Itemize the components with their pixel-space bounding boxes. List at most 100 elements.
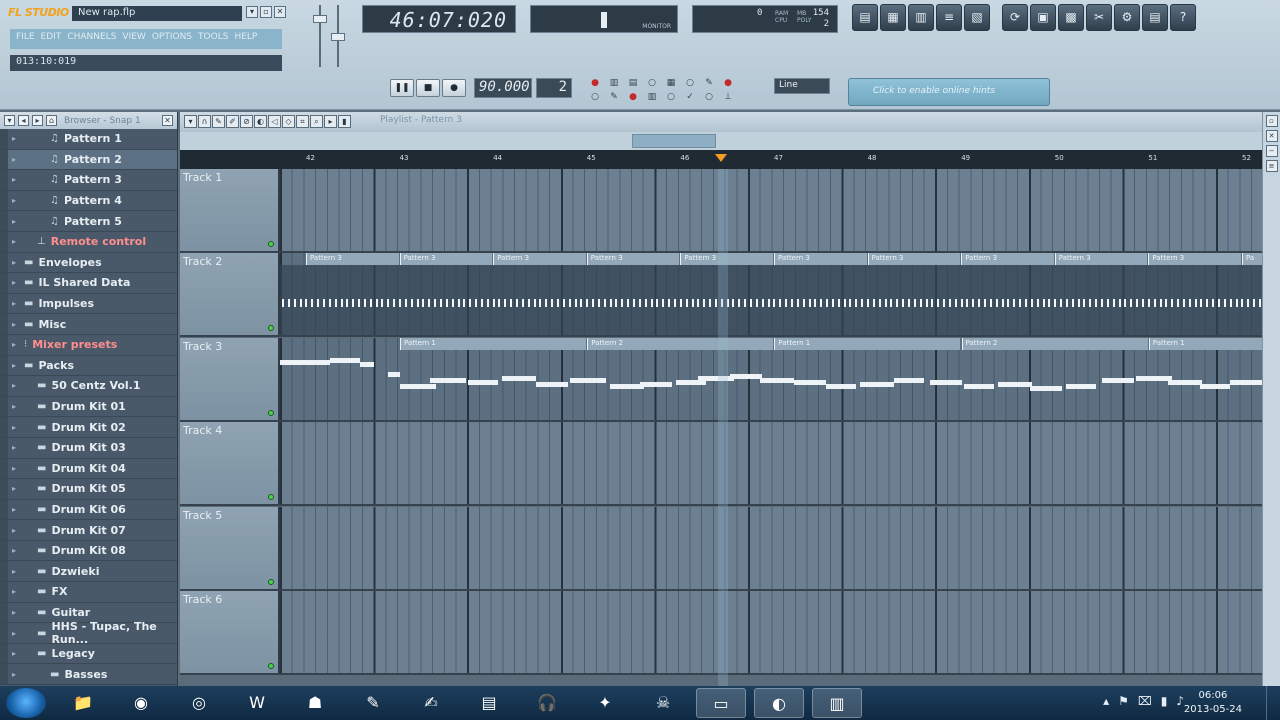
track-lane[interactable] [280, 591, 1262, 673]
scroll-icon[interactable]: ○ [662, 92, 680, 104]
master-volume-slider[interactable] [312, 5, 328, 67]
taskbar-app-icon[interactable]: ▭ [696, 688, 746, 718]
browser-item[interactable]: ▸ ♫ Pattern 1 [0, 129, 177, 150]
expand-arrow-icon[interactable]: ▸ [12, 217, 16, 226]
refresh-icon[interactable]: ⟳ [1002, 4, 1028, 31]
expand-arrow-icon[interactable]: ▸ [12, 608, 16, 617]
brush-icon[interactable]: ✐ [226, 115, 239, 128]
magnet-icon[interactable]: ∩ [198, 115, 211, 128]
vertical-scrollbar[interactable]: ▫ ✕ − ≡ [1262, 112, 1280, 686]
expand-arrow-icon[interactable]: ▸ [12, 443, 16, 452]
zoom-out-icon[interactable]: − [1265, 145, 1278, 157]
menu-tools[interactable]: TOOLS [198, 32, 228, 46]
blend-icon[interactable]: ○ [643, 78, 661, 90]
settings-icon[interactable]: ⚙ [1114, 4, 1140, 31]
browser-item[interactable]: ▸ ▬ Drum Kit 01 [0, 396, 177, 418]
wait-icon[interactable]: ▥ [605, 78, 623, 90]
pattern-clip-label[interactable]: Pattern 3 [586, 253, 680, 266]
pencil-icon[interactable]: ✎ [212, 115, 225, 128]
export-icon[interactable]: ▩ [1058, 4, 1084, 31]
select-icon[interactable]: ⌗ [296, 115, 309, 128]
playlist-view-icon[interactable]: ▤ [852, 4, 878, 31]
snap-selector[interactable]: Line [774, 78, 830, 94]
browser-item[interactable]: ▸ ▬ Packs [0, 355, 177, 377]
pattern-clip-label[interactable]: Pattern 1 [400, 337, 586, 350]
timeline-ruler[interactable]: 42 43 44 45 46 47 48 49 50 51 52 [180, 150, 1262, 169]
delete-icon[interactable]: ⊘ [240, 115, 253, 128]
typing-icon[interactable]: ● [719, 78, 737, 90]
expand-arrow-icon[interactable]: ▸ [12, 505, 16, 514]
track-row[interactable]: Track 5 [180, 506, 1262, 591]
tempo-display[interactable]: 90.000 [474, 78, 532, 98]
expand-arrow-icon[interactable]: ▸ [12, 423, 16, 432]
metronome-icon[interactable]: ● [586, 78, 604, 90]
track-lane[interactable]: Pattern 1 Pattern 2 Pattern 1 Pattern 2 Patt… [280, 337, 1280, 420]
expand-arrow-icon[interactable]: ▸ [12, 175, 16, 184]
expand-arrow-icon[interactable]: ▸ [12, 402, 16, 411]
master-pitch-slider[interactable] [330, 5, 346, 67]
taskbar-app-icon[interactable]: ✍ [406, 688, 456, 718]
expand-arrow-icon[interactable]: ▸ [12, 526, 16, 535]
expand-arrow-icon[interactable]: ▸ [12, 464, 16, 473]
expand-arrow-icon[interactable]: ▸ [12, 670, 16, 679]
browser-item[interactable]: ▸ ▬ Impulses [0, 293, 177, 315]
flag-icon[interactable]: ⚑ [1118, 694, 1129, 708]
expand-arrow-icon[interactable]: ▸ [12, 381, 16, 390]
expand-arrow-icon[interactable]: ▸ [12, 134, 16, 143]
taskbar-app-icon[interactable]: ✎ [348, 688, 398, 718]
track-lane[interactable] [280, 422, 1262, 505]
browser-icon[interactable]: ≡ [936, 4, 962, 31]
slip-icon[interactable]: ◁ [268, 115, 281, 128]
taskbar-app-icon[interactable]: ▥ [812, 688, 862, 718]
browser-collapse-icon[interactable]: ◂ [18, 115, 29, 126]
mute-icon[interactable]: ◐ [254, 115, 267, 128]
browser-item[interactable]: ▸ ♫ Pattern 2 [0, 149, 177, 171]
online-hint-bar[interactable]: Click to enable online hints [848, 78, 1050, 106]
browser-item[interactable]: ▸ ♫ Pattern 5 [0, 211, 177, 232]
track-lane[interactable]: Pattern 3 Pattern 3 Pattern 3 Pattern 3 Patt… [280, 253, 1262, 336]
browser-close-icon[interactable]: ✕ [162, 115, 173, 126]
taskbar-app-icon[interactable]: ▤ [464, 688, 514, 718]
track-mute-led[interactable] [268, 409, 274, 416]
pattern-clip-label[interactable]: Pattern 3 [680, 253, 773, 266]
mixer-link-icon[interactable]: ▥ [643, 92, 661, 104]
countdown-icon[interactable]: ▤ [624, 78, 642, 90]
pattern-clip-label[interactable]: Pattern 2 [961, 337, 1148, 350]
track-lane[interactable] [280, 169, 1262, 251]
track-row[interactable]: Track 4 [180, 422, 1262, 507]
browser-item[interactable]: ▸ ▬ Dzwieki [0, 561, 177, 583]
pattern-clip-label[interactable]: Pattern 3 [1148, 253, 1241, 266]
zoom-icon[interactable]: ⌕ [310, 115, 323, 128]
track-mute-led[interactable] [268, 494, 274, 501]
track-lane[interactable] [280, 506, 1262, 589]
step-icon[interactable]: ○ [681, 78, 699, 90]
browser-item[interactable]: ▸ ▬ Misc [0, 314, 177, 335]
device-icon[interactable]: ⌧ [1138, 694, 1152, 708]
browser-item[interactable]: ▸ ▬ Drum Kit 05 [0, 479, 177, 500]
piano-roll-icon[interactable]: ▥ [908, 4, 934, 31]
close-playlist-icon[interactable]: ✕ [1265, 130, 1278, 142]
pattern-clip-label[interactable]: Pattern 1 [774, 337, 961, 350]
taskbar-app-icon[interactable]: ☗ [290, 688, 340, 718]
track-mute-led[interactable] [268, 325, 274, 332]
expand-arrow-icon[interactable]: ▸ [12, 546, 16, 555]
pattern-clip-label[interactable]: Pattern 3 [774, 253, 867, 266]
menu-arrow-button[interactable]: ▾ [246, 6, 258, 18]
menu-help[interactable]: HELP [234, 32, 257, 46]
pattern-icon[interactable]: ✎ [605, 92, 623, 104]
pattern-clip-label[interactable]: Pa [1242, 253, 1262, 266]
browser-item[interactable]: ▸ ♫ Pattern 3 [0, 170, 177, 191]
restore-playlist-icon[interactable]: ▫ [1265, 115, 1278, 127]
browser-item[interactable]: ▸ ♫ Pattern 4 [0, 190, 177, 212]
expand-arrow-icon[interactable]: ▸ [12, 258, 16, 267]
track-header[interactable]: Track 2 [180, 253, 280, 336]
taskbar-app-icon[interactable]: ◉ [116, 688, 166, 718]
expand-arrow-icon[interactable]: ▸ [12, 196, 16, 205]
scroll-thumb[interactable] [632, 134, 716, 148]
network-icon[interactable]: ▮ [1161, 694, 1168, 708]
browser-item[interactable]: ▸ ▬ Legacy [0, 643, 177, 665]
menu-options[interactable]: OPTIONS [152, 32, 192, 46]
track-header[interactable]: Track 4 [180, 422, 280, 505]
save-icon[interactable]: ▣ [1030, 4, 1056, 31]
playback-icon[interactable]: ▸ [324, 115, 337, 128]
